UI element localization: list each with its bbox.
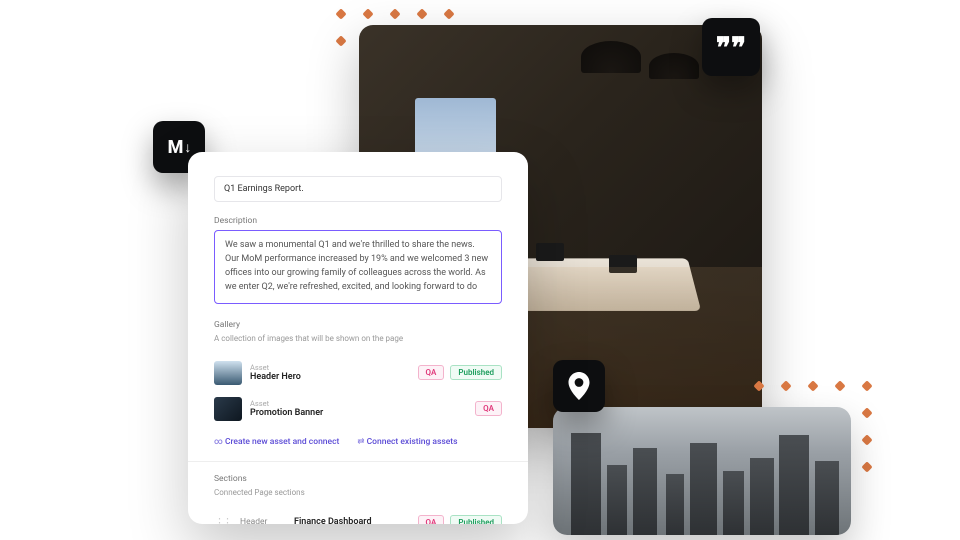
- sections-helper: Connected Page sections: [214, 488, 502, 497]
- qa-tag: QA: [418, 515, 445, 524]
- location-pin-badge-icon: [553, 360, 605, 412]
- drag-handle-icon[interactable]: ⋮⋮: [214, 516, 230, 524]
- asset-name: Header Hero: [250, 372, 410, 382]
- asset-name: Promotion Banner: [250, 408, 467, 418]
- section-row[interactable]: ⋮⋮ Header Finance Dashboard QA Published: [214, 509, 502, 524]
- published-tag: Published: [450, 365, 502, 380]
- asset-thumbnail: [214, 361, 242, 385]
- gallery-helper: A collection of images that will be show…: [214, 334, 502, 343]
- gallery-label: Gallery: [214, 320, 502, 330]
- published-tag: Published: [450, 515, 502, 524]
- asset-row[interactable]: Asset Header Hero QA Published: [214, 355, 502, 391]
- hero-image-city: [553, 407, 851, 535]
- section-name: Finance Dashboard: [294, 517, 408, 524]
- description-textarea[interactable]: We saw a monumental Q1 and we're thrille…: [214, 230, 502, 304]
- asset-row[interactable]: Asset Promotion Banner QA: [214, 391, 502, 427]
- create-asset-link[interactable]: Create new asset and connect: [214, 437, 339, 447]
- qa-tag: QA: [418, 365, 445, 380]
- asset-thumbnail: [214, 397, 242, 421]
- title-input[interactable]: Q1 Earnings Report.: [214, 176, 502, 202]
- asset-type-label: Asset: [250, 363, 410, 372]
- description-label: Description: [214, 216, 502, 226]
- divider: [188, 461, 528, 462]
- quote-badge-icon: ❞❞: [702, 18, 760, 76]
- asset-type-label: Asset: [250, 399, 467, 408]
- content-editor-panel: Q1 Earnings Report. Description We saw a…: [188, 152, 528, 524]
- connect-assets-link[interactable]: Connect existing assets: [357, 437, 457, 447]
- section-type: Header: [240, 517, 284, 524]
- qa-tag: QA: [475, 401, 502, 416]
- sections-label: Sections: [214, 474, 502, 484]
